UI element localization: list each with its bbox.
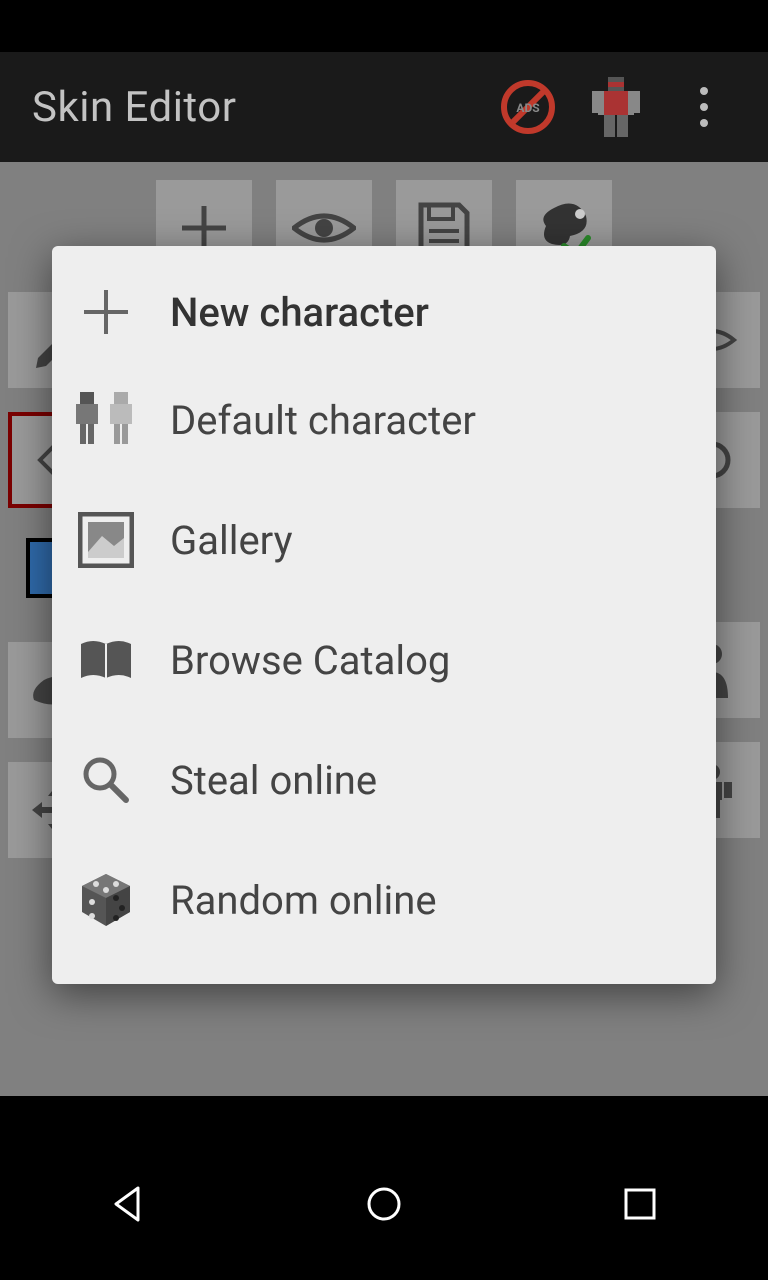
menu-item-label: New character [170,289,429,336]
menu-item-new-character[interactable]: New character [52,264,716,360]
search-icon [74,748,138,812]
gallery-icon [74,508,138,572]
menu-item-label: Steal online [170,757,377,804]
menu-item-label: Random online [170,877,437,924]
nav-home-button[interactable] [284,1154,484,1254]
menu-item-steal-online[interactable]: Steal online [52,720,716,840]
nav-recent-button[interactable] [540,1154,740,1254]
menu-item-gallery[interactable]: Gallery [52,480,716,600]
svg-text:ADS: ADS [516,101,539,115]
action-bar: Skin Editor ADS [0,52,768,162]
character-preview-button[interactable] [572,52,660,162]
book-icon [74,628,138,692]
no-ads-button[interactable]: ADS [484,52,572,162]
menu-item-default-character[interactable]: Default character [52,360,716,480]
nav-back-button[interactable] [28,1154,228,1254]
menu-item-label: Default character [170,397,476,444]
menu-item-label: Gallery [170,517,293,564]
menu-item-random-online[interactable]: Random online [52,840,716,960]
menu-item-browse-catalog[interactable]: Browse Catalog [52,600,716,720]
new-skin-menu: New character Default character Gallery … [52,246,716,984]
navigation-bar [0,1136,768,1280]
default-characters-icon [74,388,138,452]
dice-icon [74,868,138,932]
overflow-menu-button[interactable] [660,52,748,162]
status-bar [0,0,768,52]
app-title: Skin Editor [32,83,484,132]
plus-icon [74,280,138,344]
menu-item-label: Browse Catalog [170,637,450,684]
